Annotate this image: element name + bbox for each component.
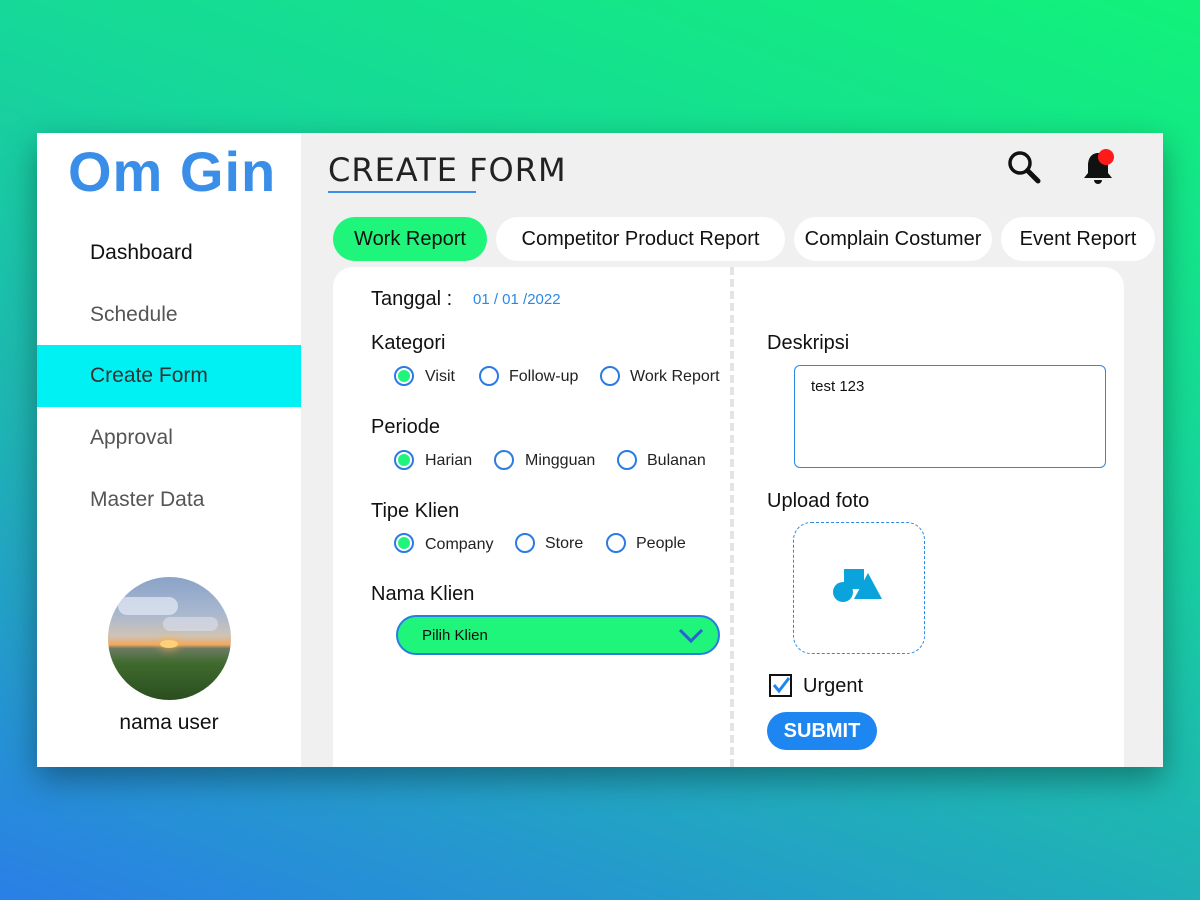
deskripsi-textarea[interactable]: test 123	[794, 365, 1106, 468]
urgent-label: Urgent	[803, 675, 864, 697]
sidebar-item-label: Dashboard	[90, 241, 193, 264]
tab-competitor-product-report[interactable]: Competitor Product Report	[496, 217, 785, 261]
radio-people[interactable]	[606, 533, 626, 553]
form-card: Tanggal : 01 / 01 /2022 Kategori Visit F…	[333, 267, 1124, 767]
app-logo: Om Gin	[68, 140, 277, 203]
radio-label-store: Store	[545, 535, 584, 552]
shapes-icon	[833, 569, 882, 602]
upload-dropzone[interactable]	[793, 522, 925, 654]
avatar[interactable]	[108, 577, 231, 700]
avatar-cloud	[118, 597, 178, 615]
radio-label-bulanan: Bulanan	[647, 452, 706, 469]
tab-event-report[interactable]: Event Report	[1001, 217, 1155, 261]
sidebar-item-label: Create Form	[90, 364, 208, 387]
sidebar-item-label: Master Data	[90, 488, 205, 511]
radio-label-work-report: Work Report	[630, 368, 720, 385]
sidebar-item-schedule[interactable]: Schedule	[37, 284, 301, 346]
column-divider	[730, 267, 734, 767]
radio-harian[interactable]	[394, 450, 414, 470]
submit-button[interactable]: SUBMIT	[767, 712, 877, 750]
tipe-klien-label: Tipe Klien	[371, 500, 460, 522]
radio-label-company: Company	[425, 536, 494, 553]
sidebar-item-label: Approval	[90, 426, 173, 449]
kategori-label: Kategori	[371, 332, 446, 354]
sidebar-item-dashboard[interactable]: Dashboard	[37, 222, 301, 284]
deskripsi-label: Deskripsi	[767, 332, 850, 354]
sidebar-item-master-data[interactable]: Master Data	[37, 469, 301, 531]
chevron-down-icon	[678, 627, 704, 645]
avatar-sun	[160, 640, 178, 648]
sidebar-item-label: Schedule	[90, 303, 178, 326]
radio-bulanan[interactable]	[617, 450, 637, 470]
notification-dot	[1098, 149, 1114, 165]
tab-work-report[interactable]: Work Report	[333, 217, 487, 261]
sidebar-item-create-form[interactable]: Create Form	[37, 345, 301, 407]
radio-mingguan[interactable]	[494, 450, 514, 470]
radio-follow-up[interactable]	[479, 366, 499, 386]
radio-label-mingguan: Mingguan	[525, 452, 596, 469]
tanggal-label: Tanggal :	[371, 288, 453, 310]
search-icon[interactable]	[1005, 148, 1043, 186]
radio-label-follow-up: Follow-up	[509, 368, 579, 385]
radio-visit[interactable]	[394, 366, 414, 386]
select-value: Pilih Klien	[422, 627, 488, 644]
app-window: Om Gin Dashboard Schedule Create Form Ap…	[37, 133, 1163, 767]
sidebar: Om Gin Dashboard Schedule Create Form Ap…	[37, 133, 301, 767]
sidebar-item-approval[interactable]: Approval	[37, 407, 301, 469]
nama-klien-select[interactable]: Pilih Klien	[396, 615, 720, 655]
radio-label-harian: Harian	[425, 452, 473, 469]
page-title: CREATE FORM	[328, 151, 567, 189]
tanggal-input[interactable]: 01 / 01 /2022	[473, 291, 561, 308]
nama-klien-label: Nama Klien	[371, 583, 475, 605]
tab-complain-costumer[interactable]: Complain Costumer	[794, 217, 992, 261]
checkmark-icon	[772, 677, 790, 694]
periode-label: Periode	[371, 416, 440, 438]
radio-company[interactable]	[394, 533, 414, 553]
user-name: nama user	[119, 711, 219, 734]
title-underline	[328, 191, 476, 193]
radio-label-visit: Visit	[425, 368, 455, 385]
radio-store[interactable]	[515, 533, 535, 553]
urgent-checkbox[interactable]	[769, 674, 792, 697]
radio-label-people: People	[636, 535, 686, 552]
radio-work-report[interactable]	[600, 366, 620, 386]
upload-label: Upload foto	[767, 490, 870, 512]
bell-icon[interactable]	[1082, 148, 1118, 186]
avatar-cloud	[163, 617, 218, 631]
